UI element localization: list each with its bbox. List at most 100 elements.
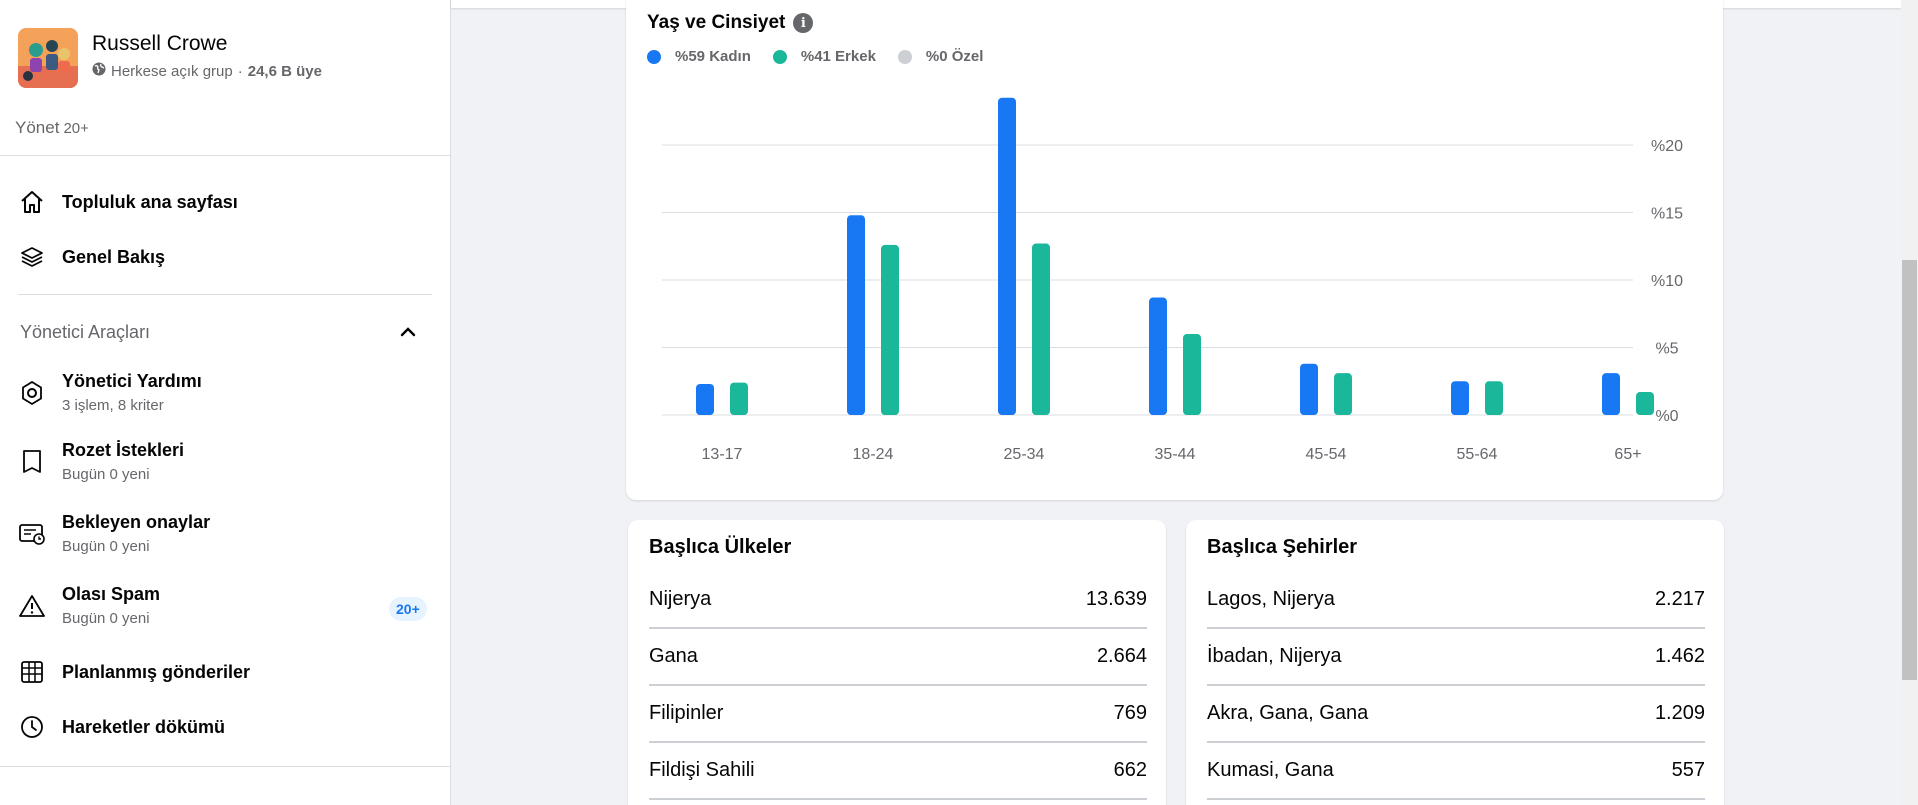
city-name: Lagos, Nijerya — [1207, 588, 1335, 610]
city-value: 1.209 — [1654, 702, 1705, 724]
chart-bar — [1636, 392, 1654, 415]
sidebar: Russell Crowe Herkese açık grup · 24,6 B… — [0, 0, 451, 805]
x-tick-label: 45-54 — [1306, 446, 1347, 463]
divider — [0, 155, 451, 156]
y-tick-label: %10 — [1651, 273, 1683, 290]
pending-approvals-icon — [18, 520, 46, 548]
group-header[interactable]: Russell Crowe Herkese açık grup · 24,6 B… — [18, 28, 322, 88]
country-name: Filipinler — [649, 702, 724, 724]
country-value: 13.639 — [1085, 588, 1147, 610]
globe-icon — [92, 62, 106, 80]
top-countries-title: Başlıca Ülkeler — [649, 536, 792, 558]
age-gender-chart: %0 %5 %10 %15 %20 13-17 18-24 25-34 35-44 45-54 55… — [662, 97, 1683, 463]
nav-overview[interactable]: Genel Bakış — [18, 243, 165, 271]
chart-bar — [730, 382, 748, 415]
manage-count: 20+ — [63, 120, 89, 137]
manage-label: Yönet — [15, 118, 60, 137]
list-item: Akra, Gana, Gana 1.209 — [1207, 686, 1705, 743]
chevron-up-icon[interactable] — [398, 322, 418, 347]
divider — [0, 766, 451, 767]
nav-badge-requests-label: Rozet İstekleri — [62, 440, 185, 460]
chart-bar — [1602, 373, 1620, 415]
group-name[interactable]: Russell Crowe — [92, 32, 322, 56]
top-countries-list: Nijerya 13.639 Gana 2.664 Filipinler 769 Fi… — [649, 572, 1147, 800]
y-tick-label: %20 — [1651, 138, 1683, 155]
nav-pending-approvals[interactable]: Bekleyen onaylar Bugün 0 yeni — [18, 512, 210, 555]
chart-bar — [998, 97, 1016, 415]
chart-bar — [1485, 381, 1503, 415]
chart-bar — [1149, 297, 1167, 415]
x-tick-label: 55-64 — [1457, 446, 1498, 463]
list-item: İbadan, Nijerya 1.462 — [1207, 629, 1705, 686]
home-icon — [18, 188, 46, 216]
spam-count-badge: 20+ — [389, 597, 427, 621]
nav-admin-assist[interactable]: Yönetici Yardımı 3 işlem, 8 kriter — [18, 371, 202, 414]
country-value: 769 — [1113, 702, 1147, 724]
nav-scheduled-posts-label: Planlanmış gönderiler — [62, 661, 251, 682]
group-avatar[interactable] — [18, 28, 78, 88]
y-tick-label: %0 — [1655, 408, 1678, 425]
chart-bar — [847, 215, 865, 415]
city-name: Akra, Gana, Gana — [1207, 702, 1369, 724]
chart-bar — [1451, 381, 1469, 415]
country-name: Gana — [649, 645, 698, 667]
warning-icon — [18, 592, 46, 620]
y-tick-label: %5 — [1655, 341, 1678, 358]
x-tick-label: 65+ — [1614, 446, 1641, 463]
top-cities-title: Başlıca Şehirler — [1207, 536, 1358, 558]
x-tick-label: 13-17 — [702, 446, 743, 463]
scrollbar-track[interactable] — [1901, 0, 1918, 805]
chart-bar — [1183, 334, 1201, 415]
manage-heading: Yönet 20+ — [15, 118, 89, 138]
chart-bar — [881, 244, 899, 415]
divider — [18, 294, 432, 295]
x-tick-label: 18-24 — [853, 446, 894, 463]
group-meta: Herkese açık grup · 24,6 B üye — [92, 62, 322, 80]
group-members[interactable]: 24,6 B üye — [248, 63, 322, 80]
country-name: Fildişi Sahili — [649, 759, 755, 781]
meta-separator: · — [237, 62, 243, 80]
nav-potential-spam-label: Olası Spam — [62, 584, 161, 604]
nav-pending-approvals-sub: Bugün 0 yeni — [62, 538, 150, 555]
nav-admin-assist-label: Yönetici Yardımı — [62, 371, 202, 391]
nav-activity-log-label: Hareketler dökümü — [62, 716, 226, 737]
list-item: Fildişi Sahili 662 — [649, 743, 1147, 800]
chart-bar — [696, 383, 714, 415]
list-item: Kumasi, Gana 557 — [1207, 743, 1705, 800]
nav-scheduled-posts[interactable]: Planlanmış gönderiler — [18, 658, 250, 686]
top-cities-list: Lagos, Nijerya 2.217 İbadan, Nijerya 1.462… — [1207, 572, 1705, 800]
city-name: Kumasi, Gana — [1207, 759, 1334, 781]
list-item: Gana 2.664 — [649, 629, 1147, 686]
country-name: Nijerya — [649, 588, 712, 610]
nav-badge-requests[interactable]: Rozet İstekleri Bugün 0 yeni — [18, 440, 184, 483]
list-item: Lagos, Nijerya 2.217 — [1207, 572, 1705, 629]
nav-overview-label: Genel Bakış — [62, 246, 166, 267]
chart-bar — [1300, 363, 1318, 415]
badge-icon — [18, 448, 46, 476]
nav-potential-spam-sub: Bugün 0 yeni — [62, 610, 150, 627]
chart-bar — [1334, 373, 1352, 415]
admin-tools-title: Yönetici Araçları — [20, 322, 151, 342]
top-countries-card: Başlıca Ülkeler Nijerya 13.639 Gana 2.664 … — [628, 520, 1166, 805]
nav-community-home[interactable]: Topluluk ana sayfası — [18, 188, 238, 216]
city-value: 2.217 — [1654, 588, 1705, 610]
list-item: Filipinler 769 — [649, 686, 1147, 743]
group-privacy: Herkese açık grup — [111, 62, 233, 80]
x-tick-label: 25-34 — [1004, 446, 1045, 463]
country-value: 662 — [1113, 759, 1147, 781]
list-item: Nijerya 13.639 — [649, 572, 1147, 629]
nav-badge-requests-sub: Bugün 0 yeni — [62, 466, 150, 483]
city-name: İbadan, Nijerya — [1207, 645, 1342, 667]
scrollbar-thumb[interactable] — [1902, 260, 1917, 680]
top-cities-card: Başlıca Şehirler Lagos, Nijerya 2.217 İba… — [1186, 520, 1724, 805]
nav-potential-spam[interactable]: Olası Spam Bugün 0 yeni — [18, 584, 160, 627]
nav-admin-assist-sub: 3 işlem, 8 kriter — [62, 397, 164, 414]
city-value: 1.462 — [1654, 645, 1705, 667]
calendar-icon — [18, 658, 46, 686]
chart-bar — [1032, 243, 1050, 415]
nav-activity-log[interactable]: Hareketler dökümü — [18, 713, 225, 741]
x-tick-label: 35-44 — [1155, 446, 1196, 463]
age-gender-card: Yaş ve Cinsiyet i %59 Kadın %41 Erkek %0… — [626, 0, 1723, 500]
y-tick-label: %15 — [1651, 206, 1683, 223]
clock-icon — [18, 713, 46, 741]
